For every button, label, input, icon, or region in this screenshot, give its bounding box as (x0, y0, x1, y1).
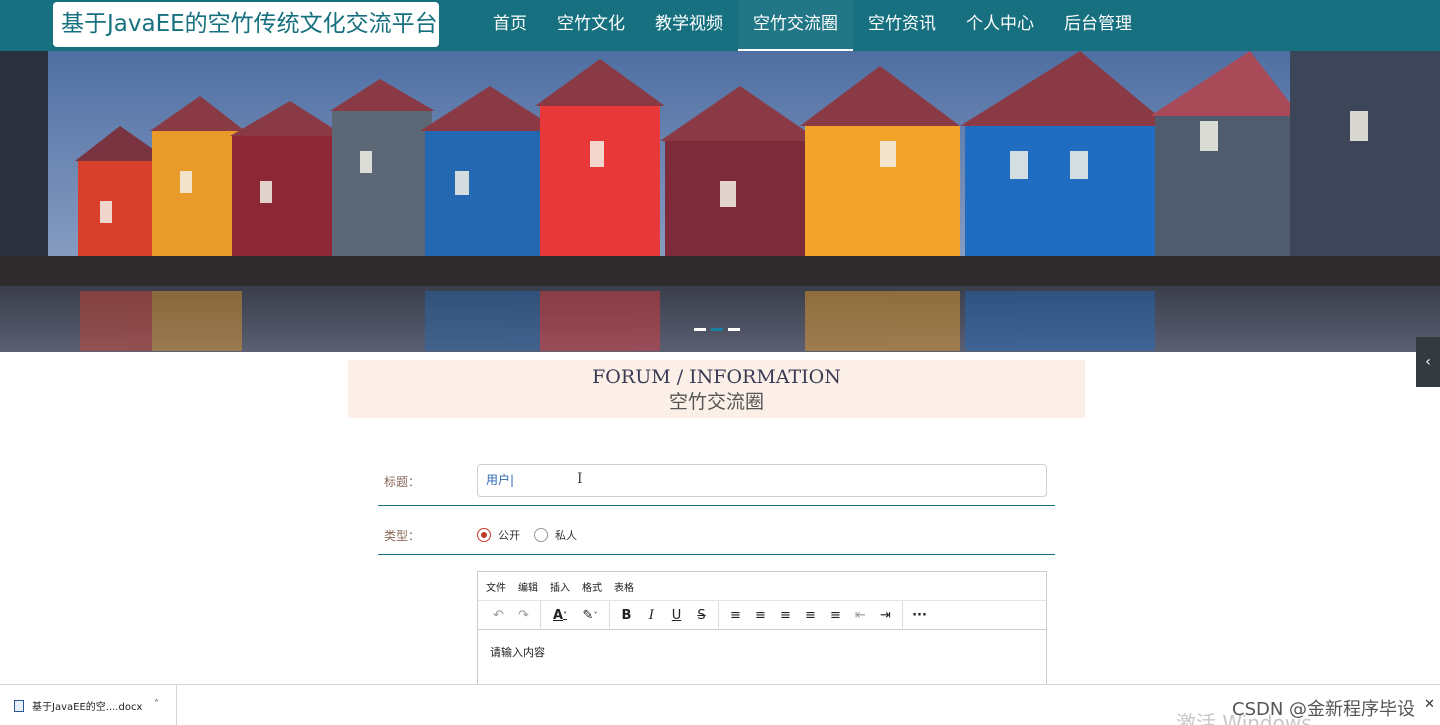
nav-news[interactable]: 空竹资讯 (853, 0, 951, 51)
editor-toolbar: ↶ ↷ A ˅ ✎ ˅ B I U S ≡ ≡ ≡ ≡ ≡ ⇤ ⇥ ··· (478, 600, 1046, 630)
carousel-dot[interactable] (694, 328, 706, 331)
strikethrough-icon[interactable]: S (689, 603, 714, 627)
indent-icon[interactable]: ⇥ (873, 603, 898, 627)
underline-icon[interactable]: U (664, 603, 689, 627)
radio-private-label: 私人 (555, 529, 577, 542)
chevron-up-icon[interactable]: ˄ (154, 699, 159, 710)
nav-culture[interactable]: 空竹文化 (542, 0, 640, 51)
section-title-en: FORUM / INFORMATION (592, 366, 841, 388)
csdn-watermark: CSDN @金新程序毕设 (1232, 699, 1416, 720)
bold-icon[interactable]: B (614, 603, 639, 627)
title-label: 标题： (384, 475, 421, 489)
align-left-icon[interactable]: ≡ (748, 603, 773, 627)
site-logo[interactable]: 基于JavaEE的空竹传统文化交流平台 (53, 2, 439, 47)
editor-menubar: 文件 编辑 插入 格式 表格 (478, 572, 1046, 601)
type-radio-group: 公开 私人 (477, 525, 577, 545)
rich-text-editor: 文件 编辑 插入 格式 表格 ↶ ↷ A ˅ ✎ ˅ B I U S ≡ ≡ ≡… (477, 571, 1047, 691)
download-item[interactable]: 基于JavaEE的空....docx ˄ (0, 685, 177, 725)
section-heading: FORUM / INFORMATION 空竹交流圈 (348, 360, 1085, 418)
type-row: 类型： 公开 私人 (378, 525, 1055, 555)
text-color-icon[interactable]: A ˅ (545, 603, 575, 627)
hero-banner (0, 51, 1440, 352)
undo-icon[interactable]: ↶ (486, 603, 511, 627)
italic-icon[interactable]: I (639, 603, 664, 627)
menu-table[interactable]: 表格 (614, 579, 634, 594)
radio-public[interactable]: 公开 (477, 527, 520, 543)
page: 基于JavaEE的空竹传统文化交流平台 首页 空竹文化 教学视频 空竹交流圈 空… (0, 0, 1440, 725)
radio-checked-icon[interactable] (477, 528, 491, 542)
list-icon[interactable]: ≡ (723, 603, 748, 627)
style-group: B I U S (610, 600, 719, 630)
history-group: ↶ ↷ (482, 600, 541, 630)
title-input[interactable]: 用户| (477, 464, 1047, 497)
editor-content-area[interactable]: 请输入内容 (478, 630, 1046, 674)
align-center-icon[interactable]: ≡ (773, 603, 798, 627)
nav-home[interactable]: 首页 (478, 0, 542, 51)
top-header: 基于JavaEE的空竹传统文化交流平台 首页 空竹文化 教学视频 空竹交流圈 空… (0, 0, 1440, 51)
radio-unchecked-icon[interactable] (534, 528, 548, 542)
carousel-dots (694, 328, 740, 331)
nav-profile[interactable]: 个人中心 (951, 0, 1049, 51)
menu-edit[interactable]: 编辑 (518, 579, 538, 594)
radio-public-label: 公开 (498, 529, 520, 542)
menu-file[interactable]: 文件 (486, 579, 506, 594)
word-doc-icon (14, 699, 24, 712)
more-icon[interactable]: ··· (907, 603, 932, 627)
banner-image (0, 51, 1440, 352)
align-right-icon[interactable]: ≡ (798, 603, 823, 627)
text-cursor-icon: I (577, 471, 583, 487)
carousel-dot[interactable] (711, 328, 723, 331)
redo-icon[interactable]: ↷ (511, 603, 536, 627)
title-row: 标题： 用户| (378, 464, 1055, 506)
nav-videos[interactable]: 教学视频 (640, 0, 738, 51)
color-group: A ˅ ✎ ˅ (541, 600, 610, 630)
outdent-icon[interactable]: ⇤ (848, 603, 873, 627)
nav-forum[interactable]: 空竹交流圈 (738, 0, 853, 51)
radio-private[interactable]: 私人 (534, 527, 577, 543)
side-collapse-button[interactable]: ‹ (1416, 337, 1440, 387)
download-file-name: 基于JavaEE的空....docx (32, 702, 143, 713)
type-label: 类型： (384, 529, 421, 543)
align-group: ≡ ≡ ≡ ≡ ≡ ⇤ ⇥ (719, 600, 903, 630)
menu-format[interactable]: 格式 (582, 579, 602, 594)
close-icon[interactable]: ✕ (1424, 697, 1435, 712)
main-nav: 首页 空竹文化 教学视频 空竹交流圈 空竹资讯 个人中心 后台管理 (478, 0, 1147, 51)
carousel-dot[interactable] (728, 328, 740, 331)
nav-admin[interactable]: 后台管理 (1049, 0, 1147, 51)
highlight-icon[interactable]: ✎ ˅ (575, 603, 605, 627)
section-title-cn: 空竹交流圈 (668, 391, 764, 413)
align-justify-icon[interactable]: ≡ (823, 603, 848, 627)
chevron-left-icon: ‹ (1425, 354, 1431, 370)
menu-insert[interactable]: 插入 (550, 579, 570, 594)
more-group: ··· (903, 601, 936, 630)
